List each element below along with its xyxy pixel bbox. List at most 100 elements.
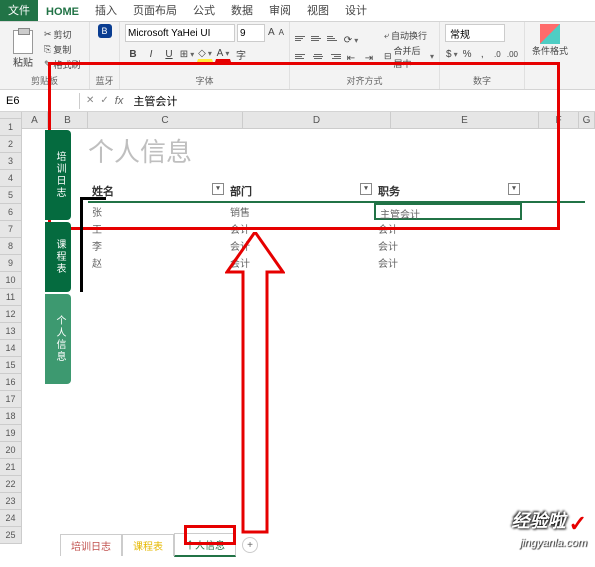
col-header-B[interactable]: B [48,112,88,128]
cell-name[interactable]: 赵 [88,254,226,271]
col-header-G[interactable]: G [579,112,595,128]
align-center-button[interactable] [311,50,325,62]
tab-file[interactable]: 文件 [0,0,38,21]
filter-pos-button[interactable]: ▾ [508,183,520,195]
wrap-text-button[interactable]: ⤶ 自动换行 [384,29,434,42]
side-tab-course-table[interactable]: 课程表 [45,222,71,292]
cell-name[interactable]: 张 [88,203,226,220]
tab-data[interactable]: 数据 [223,0,261,21]
name-box[interactable]: E6 [0,93,80,109]
formula-input[interactable] [129,93,595,109]
paste-button[interactable]: 粘贴 [5,30,41,69]
row-header-8[interactable]: 8 [0,238,21,255]
row-header-7[interactable]: 7 [0,221,21,238]
phonetic-button[interactable]: 字 [233,46,249,62]
row-header-11[interactable]: 11 [0,289,21,306]
bold-button[interactable]: B [125,46,141,62]
row-header-22[interactable]: 22 [0,476,21,493]
filter-dept-button[interactable]: ▾ [360,183,372,195]
row-header-13[interactable]: 13 [0,323,21,340]
select-all-corner[interactable] [0,112,22,119]
orientation-button[interactable]: ⟳ [343,32,359,48]
increase-decimal-button[interactable]: .0 [491,46,504,62]
copy-button[interactable]: 复制 [44,43,81,56]
col-header-E[interactable]: E [391,112,539,128]
row-header-24[interactable]: 24 [0,510,21,527]
align-middle-button[interactable] [311,32,325,44]
tab-insert[interactable]: 插入 [87,0,125,21]
tab-review[interactable]: 审阅 [261,0,299,21]
cancel-formula-button[interactable]: ✕ [86,95,94,106]
cell-dept[interactable]: 销售 [226,203,374,220]
row-header-6[interactable]: 6 [0,204,21,221]
tab-design[interactable]: 设计 [337,0,375,21]
sheet-tab-course-table[interactable]: 课程表 [122,534,174,556]
decrease-font-button[interactable]: A [278,24,285,40]
font-name-select[interactable] [125,24,235,42]
align-right-button[interactable] [327,50,341,62]
row-header-20[interactable]: 20 [0,442,21,459]
conditional-format-button[interactable]: 条件格式 [530,24,570,57]
border-button[interactable]: ⊞ [179,46,195,62]
row-header-15[interactable]: 15 [0,357,21,374]
tab-formulas[interactable]: 公式 [185,0,223,21]
cell-pos[interactable]: 会计 [374,237,522,254]
row-header-14[interactable]: 14 [0,340,21,357]
currency-button[interactable]: $ [445,46,459,62]
sheet-tab-training-log[interactable]: 培训日志 [60,534,122,556]
indent-left-button[interactable]: ⇤ [343,50,359,66]
align-bottom-button[interactable] [327,32,341,44]
cell-name[interactable]: 王 [88,220,226,237]
side-tab-training-log[interactable]: 培训日志 [45,130,71,220]
align-top-button[interactable] [295,32,309,44]
cell-pos[interactable]: 会计 [374,254,522,271]
align-left-button[interactable] [295,50,309,62]
decrease-decimal-button[interactable]: .00 [506,46,519,62]
cell-pos[interactable]: 主管会计 [374,203,522,220]
accept-formula-button[interactable]: ✓ [100,95,108,106]
fill-color-button[interactable]: ◇ [197,46,213,62]
wrap-label: 自动换行 [391,29,427,42]
cell-name[interactable]: 李 [88,237,226,254]
col-header-A[interactable]: A [22,112,48,128]
tab-home[interactable]: HOME [38,3,87,21]
row-header-10[interactable]: 10 [0,272,21,289]
underline-button[interactable]: U [161,46,177,62]
cut-button[interactable]: 剪切 [44,28,81,41]
bluetooth-icon[interactable]: B [98,24,112,38]
row-header-9[interactable]: 9 [0,255,21,272]
row-header-18[interactable]: 18 [0,408,21,425]
col-header-F[interactable]: F [539,112,579,128]
tab-layout[interactable]: 页面布局 [125,0,185,21]
merge-center-button[interactable]: ⊟ 合并后居中 [384,44,434,70]
filter-name-button[interactable]: ▾ [212,183,224,195]
col-header-D[interactable]: D [243,112,391,128]
row-header-3[interactable]: 3 [0,153,21,170]
cell-pos[interactable]: 会计 [374,220,522,237]
number-format-select[interactable] [445,24,505,42]
increase-font-button[interactable]: A [267,24,276,40]
row-header-23[interactable]: 23 [0,493,21,510]
col-header-C[interactable]: C [88,112,243,128]
row-header-25[interactable]: 25 [0,527,21,544]
comma-button[interactable]: , [476,46,489,62]
indent-right-button[interactable]: ⇥ [361,50,377,66]
row-header-17[interactable]: 17 [0,391,21,408]
italic-button[interactable]: I [143,46,159,62]
row-header-5[interactable]: 5 [0,187,21,204]
percent-button[interactable]: % [461,46,474,62]
row-header-16[interactable]: 16 [0,374,21,391]
row-header-21[interactable]: 21 [0,459,21,476]
font-color-button[interactable]: A [215,46,231,62]
row-header-1[interactable]: 1 [0,119,21,136]
brush-label: 格式刷 [54,58,81,71]
row-header-19[interactable]: 19 [0,425,21,442]
side-tab-personal-info[interactable]: 个人信息 [45,294,71,384]
fx-icon[interactable]: fx [115,95,124,107]
font-size-select[interactable] [237,24,265,42]
row-header-2[interactable]: 2 [0,136,21,153]
format-painter-button[interactable]: 格式刷 [44,58,81,71]
tab-view[interactable]: 视图 [299,0,337,21]
row-header-4[interactable]: 4 [0,170,21,187]
row-header-12[interactable]: 12 [0,306,21,323]
